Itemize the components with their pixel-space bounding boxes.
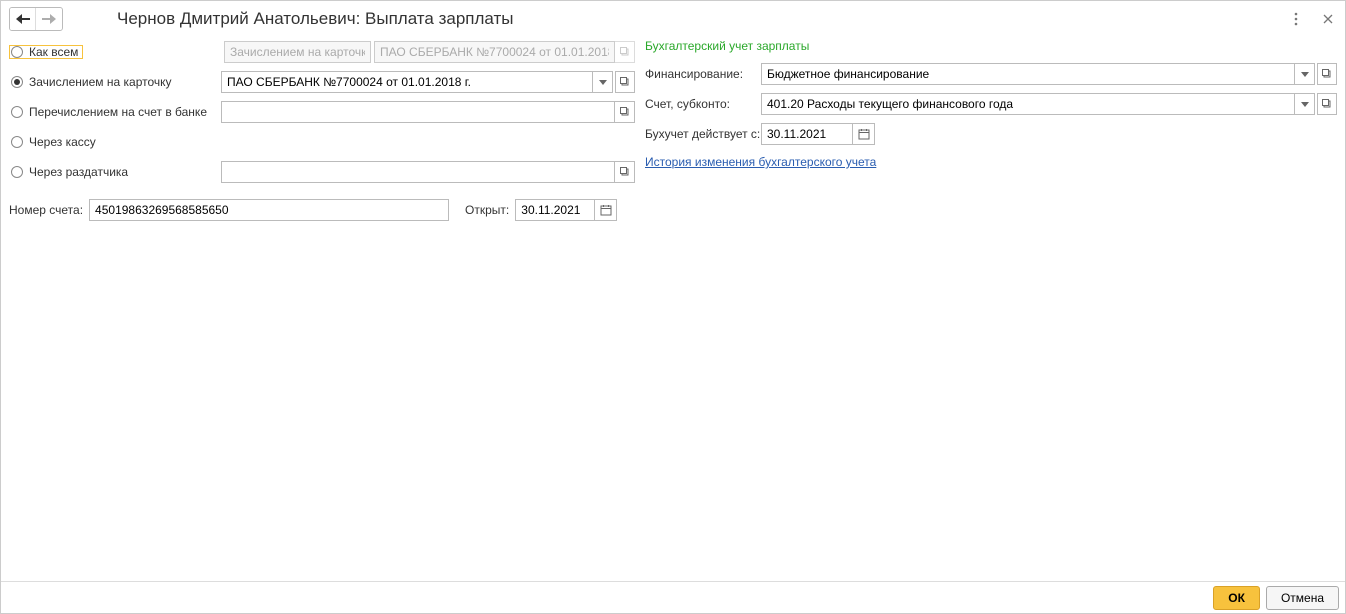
open-icon [1322, 69, 1332, 79]
radio-icon [11, 166, 23, 178]
bank-account-field [221, 101, 635, 123]
close-button[interactable] [1319, 10, 1337, 28]
account-row: Счет, субконто: [645, 89, 1337, 119]
radio-all[interactable]: Как всем [9, 45, 83, 59]
open-icon [620, 77, 630, 87]
effective-date-label: Бухучет действует с: [645, 127, 761, 141]
radio-row-all: Как всем [9, 37, 635, 67]
arrow-right-icon [42, 14, 56, 24]
arrow-left-icon [16, 14, 30, 24]
radio-bank[interactable]: Перечислением на счет в банке [9, 105, 221, 119]
dropdown-button[interactable] [1295, 93, 1315, 115]
open-reference-button[interactable] [1317, 93, 1337, 115]
dropdown-button[interactable] [1295, 63, 1315, 85]
account-field [761, 93, 1337, 115]
open-reference-button[interactable] [615, 161, 635, 183]
open-icon [620, 47, 630, 57]
radio-distributor-label: Через раздатчика [29, 165, 128, 179]
card-bank-field [221, 71, 635, 93]
ok-button[interactable]: ОК [1213, 586, 1260, 610]
account-opened-label: Открыт: [465, 203, 509, 217]
disabled-method-field [224, 41, 635, 63]
open-icon [620, 107, 630, 117]
financing-field [761, 63, 1337, 85]
radio-icon [11, 106, 23, 118]
account-label: Счет, субконто: [645, 97, 761, 111]
radio-icon [11, 76, 23, 88]
distributor-input[interactable] [221, 161, 615, 183]
account-opened-input[interactable] [515, 199, 595, 221]
radio-card-label: Зачислением на карточку [29, 75, 172, 89]
calendar-icon [858, 128, 870, 140]
card-bank-input[interactable] [221, 71, 593, 93]
header-controls [1287, 10, 1337, 28]
radio-row-distributor: Через раздатчика [9, 157, 635, 187]
chevron-down-icon [1301, 72, 1309, 77]
radio-all-label: Как всем [29, 45, 78, 59]
content: Как всем Зачислением на карточку [1, 37, 1345, 221]
left-pane: Как всем Зачислением на карточку [9, 37, 635, 221]
close-icon [1323, 14, 1333, 24]
financing-input[interactable] [761, 63, 1295, 85]
effective-date-row: Бухучет действует с: [645, 119, 1337, 149]
chevron-down-icon [599, 80, 607, 85]
footer: ОК Отмена [1, 581, 1345, 613]
radio-row-card: Зачислением на карточку [9, 67, 635, 97]
open-reference-button[interactable] [615, 101, 635, 123]
account-subconto-input[interactable] [761, 93, 1295, 115]
dropdown-button[interactable] [593, 71, 613, 93]
distributor-field [221, 161, 635, 183]
radio-distributor[interactable]: Через раздатчика [9, 165, 221, 179]
header: Чернов Дмитрий Анатольевич: Выплата зарп… [1, 1, 1345, 37]
radio-cash[interactable]: Через кассу [9, 135, 221, 149]
open-icon [1322, 99, 1332, 109]
calendar-icon [600, 204, 612, 216]
account-row: Номер счета: Открыт: [9, 199, 635, 221]
radio-row-bank: Перечислением на счет в банке [9, 97, 635, 127]
account-number-input[interactable] [89, 199, 449, 221]
radio-row-cash: Через кассу [9, 127, 635, 157]
radio-icon [11, 46, 23, 58]
page-title: Чернов Дмитрий Анатольевич: Выплата зарп… [117, 9, 1287, 29]
open-reference-button[interactable] [615, 71, 635, 93]
accounting-section-title: Бухгалтерский учет зарплаты [645, 39, 1337, 53]
open-icon [620, 167, 630, 177]
radio-icon [11, 136, 23, 148]
cancel-button[interactable]: Отмена [1266, 586, 1339, 610]
back-button[interactable] [10, 8, 36, 30]
nav-buttons [9, 7, 63, 31]
bank-account-input[interactable] [221, 101, 615, 123]
financing-row: Финансирование: [645, 59, 1337, 89]
open-reference-button[interactable] [1317, 63, 1337, 85]
account-number-label: Номер счета: [9, 203, 83, 217]
payment-method-group: Как всем Зачислением на карточку [9, 37, 635, 187]
date-picker-button[interactable] [595, 199, 617, 221]
effective-date-input[interactable] [761, 123, 853, 145]
date-picker-button[interactable] [853, 123, 875, 145]
radio-cash-label: Через кассу [29, 135, 96, 149]
more-vertical-icon [1294, 12, 1298, 26]
radio-card[interactable]: Зачислением на карточку [9, 75, 221, 89]
disabled-method-input [224, 41, 371, 63]
right-pane: Бухгалтерский учет зарплаты Финансирован… [635, 37, 1337, 221]
disabled-bank-input [374, 41, 615, 63]
chevron-down-icon [1301, 102, 1309, 107]
more-button[interactable] [1287, 10, 1305, 28]
open-reference-button-disabled [615, 41, 635, 63]
history-link[interactable]: История изменения бухгалтерского учета [645, 155, 876, 169]
radio-bank-label: Перечислением на счет в банке [29, 105, 207, 119]
forward-button [36, 8, 62, 30]
financing-label: Финансирование: [645, 67, 761, 81]
